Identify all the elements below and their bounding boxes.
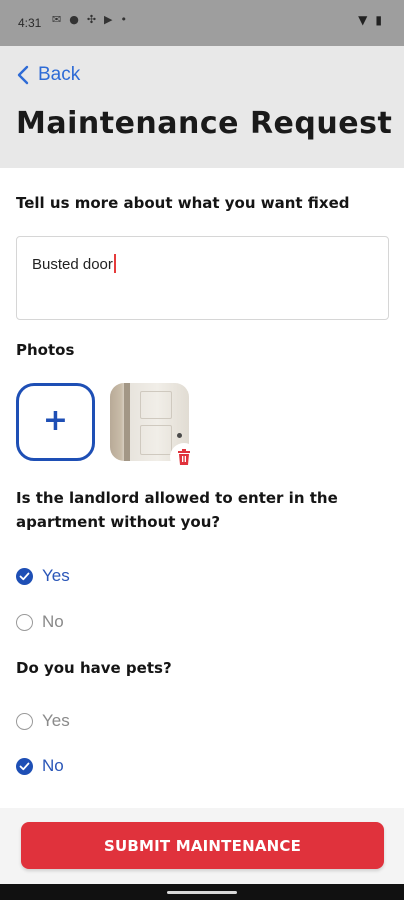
notification-icons: ✉ ● ✣ ▶ •: [52, 13, 127, 26]
description-value: Busted door: [32, 256, 113, 273]
battery-icon: ▮: [375, 13, 382, 27]
page-title: Maintenance Request: [16, 106, 393, 141]
pets-option-no[interactable]: No: [16, 756, 64, 776]
landlord-option-no[interactable]: No: [16, 612, 64, 632]
door-panel: [140, 425, 172, 455]
option-label: Yes: [42, 566, 70, 585]
option-label: No: [42, 612, 64, 631]
trash-icon: [178, 449, 190, 465]
text-caret: [113, 254, 116, 273]
add-photo-button[interactable]: +: [16, 383, 95, 461]
description-field[interactable]: Busted door: [16, 236, 389, 320]
person-icon: ●: [69, 13, 79, 26]
option-label: Yes: [42, 711, 70, 730]
status-time: 4:31: [18, 16, 42, 30]
pets-question: Do you have pets?: [16, 659, 172, 677]
door-panel: [140, 391, 172, 419]
landlord-question: Is the landlord allowed to enter in the …: [16, 489, 338, 531]
radio-unchecked-icon: [16, 712, 33, 730]
plus-icon: +: [42, 402, 69, 438]
radio-checked-icon: [16, 757, 33, 775]
door-frame: [124, 383, 130, 461]
radio-checked-icon: [16, 567, 33, 585]
delete-photo-button[interactable]: [170, 443, 198, 471]
photos-label: Photos: [16, 341, 75, 359]
chevron-left-icon: [17, 65, 29, 85]
home-handle[interactable]: [167, 891, 237, 894]
dot-icon: •: [120, 13, 128, 26]
wifi-icon: ▼: [358, 13, 368, 27]
back-label: Back: [38, 64, 81, 85]
door-knob: [177, 433, 182, 438]
play-icon: ▶: [104, 13, 113, 26]
status-bar: 4:31 ✉ ● ✣ ▶ • ▼ ▮: [0, 0, 404, 46]
form-content: Tell us more about what you want fixed B…: [0, 168, 404, 808]
header: Back Maintenance Request: [0, 46, 404, 168]
fan-icon: ✣: [86, 13, 97, 26]
submit-maintenance-button[interactable]: SUBMIT MAINTENANCE: [21, 822, 384, 869]
message-icon: ✉: [52, 13, 62, 26]
description-label: Tell us more about what you want fixed: [16, 194, 350, 212]
navigation-bar: [0, 884, 404, 900]
system-icons: ▼ ▮: [358, 13, 382, 27]
radio-unchecked-icon: [16, 613, 33, 631]
landlord-option-yes[interactable]: Yes: [16, 566, 70, 586]
footer: SUBMIT MAINTENANCE: [0, 808, 404, 884]
pets-option-yes[interactable]: Yes: [16, 711, 70, 731]
option-label: No: [42, 756, 64, 775]
back-button[interactable]: Back: [16, 64, 80, 86]
